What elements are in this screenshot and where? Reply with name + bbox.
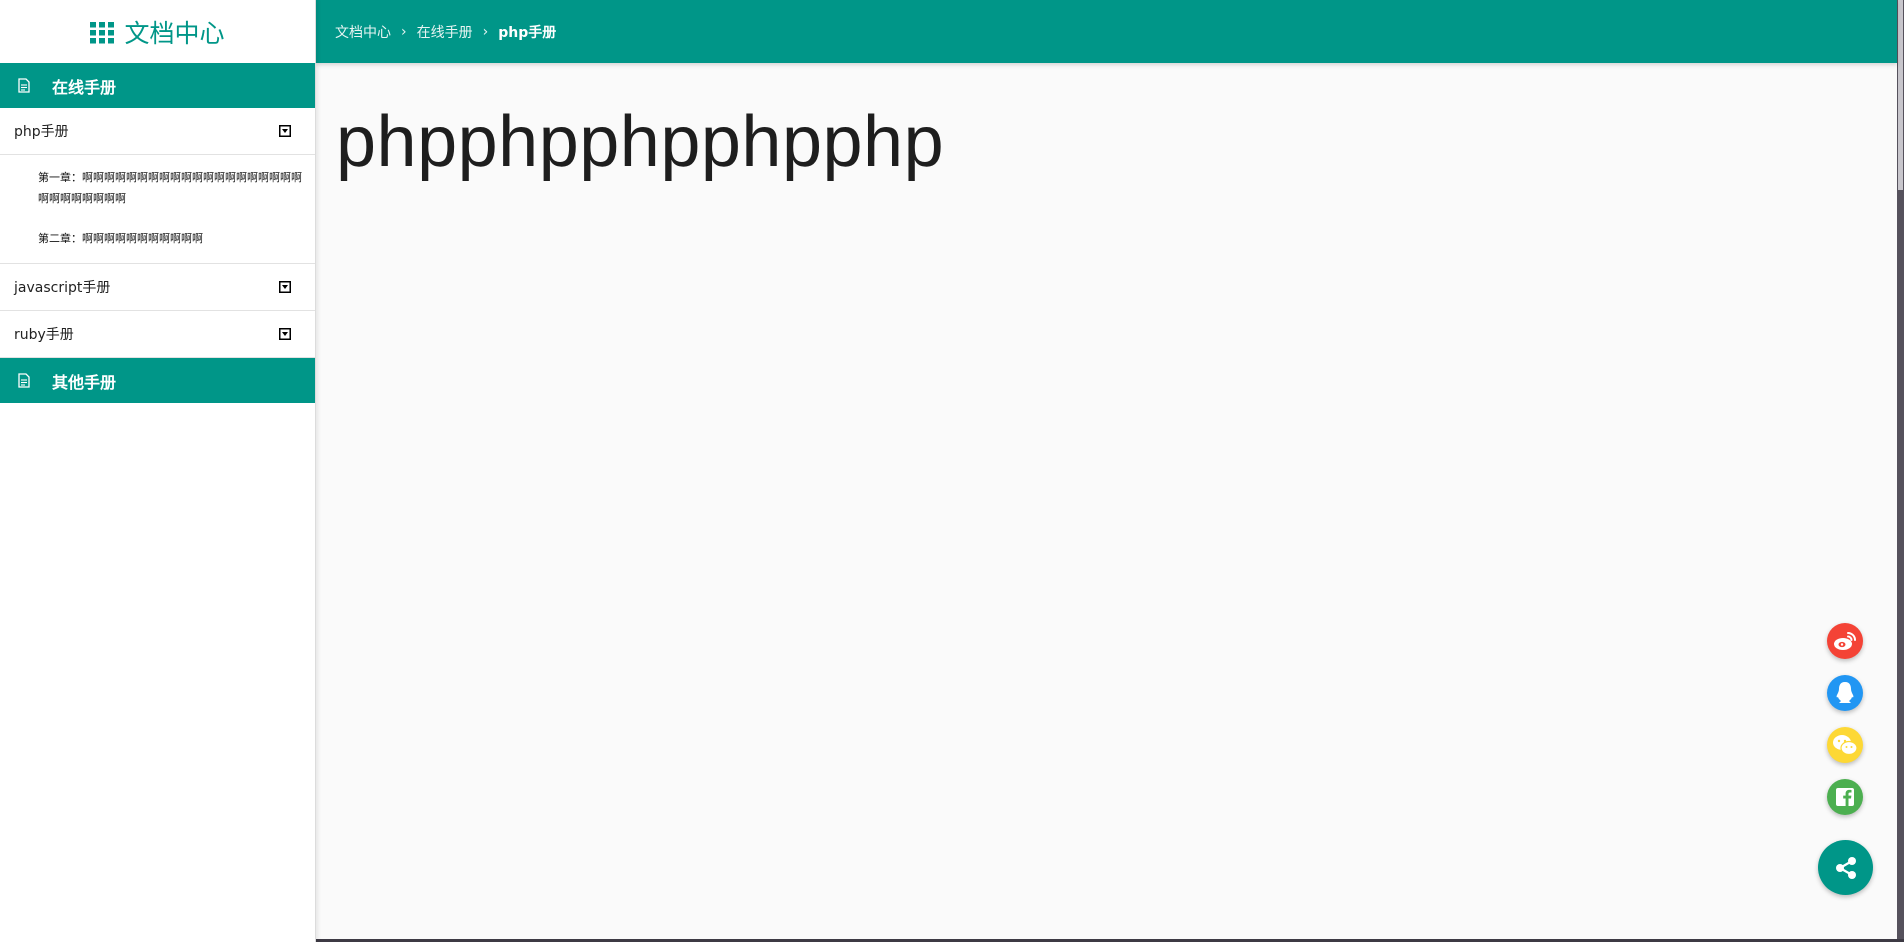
scrollbar-thumb[interactable] [1898, 0, 1903, 190]
breadcrumb: 文档中心 › 在线手册 › php手册 [315, 0, 1897, 63]
sidebar-item-javascript[interactable]: javascript手册 [0, 264, 315, 311]
section-label: 其他手册 [52, 372, 117, 392]
chevron-right-icon: › [401, 23, 407, 40]
qq-share-button[interactable] [1827, 675, 1863, 711]
sidebar-item-label: ruby手册 [14, 327, 74, 343]
grid-icon [90, 21, 115, 43]
weibo-share-button[interactable] [1827, 623, 1863, 659]
submenu-item-chapter-2[interactable]: 第二章：啊啊啊啊啊啊啊啊啊啊啊 [38, 228, 307, 249]
caret-down-box-icon[interactable] [279, 125, 291, 137]
section-online-manuals[interactable]: 在线手册 [0, 63, 315, 108]
share-main-button[interactable] [1818, 840, 1873, 895]
sidebar-item-php[interactable]: php手册 [0, 108, 315, 155]
app-window: 文档中心 在线手册 php手册 第一章：啊啊啊啊啊啊啊啊啊啊啊啊啊啊啊啊啊啊啊啊… [0, 0, 1904, 942]
breadcrumb-item-docs-center[interactable]: 文档中心 [335, 22, 391, 42]
brand[interactable]: 文档中心 [0, 0, 315, 63]
sidebar-item-ruby[interactable]: ruby手册 [0, 311, 315, 358]
breadcrumb-item-online-manuals[interactable]: 在线手册 [417, 22, 473, 42]
qq-icon [1836, 682, 1854, 703]
chevron-right-icon: › [482, 23, 489, 40]
submenu-php: 第一章：啊啊啊啊啊啊啊啊啊啊啊啊啊啊啊啊啊啊啊啊啊啊啊啊啊啊啊啊 第二章：啊啊啊… [0, 155, 315, 264]
caret-down-box-icon[interactable] [279, 328, 291, 340]
caret-down-box-icon[interactable] [279, 281, 291, 293]
brand-title: 文档中心 [124, 18, 225, 48]
share-icon [1835, 856, 1856, 879]
sidebar-item-label: javascript手册 [14, 280, 111, 296]
weibo-icon [1834, 632, 1856, 650]
page-title: phpphpphpphpphp [336, 102, 945, 182]
section-label: 在线手册 [52, 77, 117, 97]
breadcrumb-item-current: php手册 [498, 24, 557, 41]
document-icon [18, 373, 30, 388]
document-icon [18, 78, 30, 93]
sidebar: 文档中心 在线手册 php手册 第一章：啊啊啊啊啊啊啊啊啊啊啊啊啊啊啊啊啊啊啊啊… [0, 0, 316, 942]
main-content: phpphpphpphpphp [316, 63, 1897, 942]
submenu-item-chapter-1[interactable]: 第一章：啊啊啊啊啊啊啊啊啊啊啊啊啊啊啊啊啊啊啊啊啊啊啊啊啊啊啊啊 [38, 167, 307, 209]
section-other-manuals[interactable]: 其他手册 [0, 358, 315, 403]
wechat-share-button[interactable] [1827, 727, 1863, 763]
sidebar-item-label: php手册 [14, 124, 69, 140]
wechat-icon [1833, 735, 1858, 756]
facebook-share-button[interactable] [1827, 779, 1863, 815]
facebook-icon [1836, 788, 1854, 806]
